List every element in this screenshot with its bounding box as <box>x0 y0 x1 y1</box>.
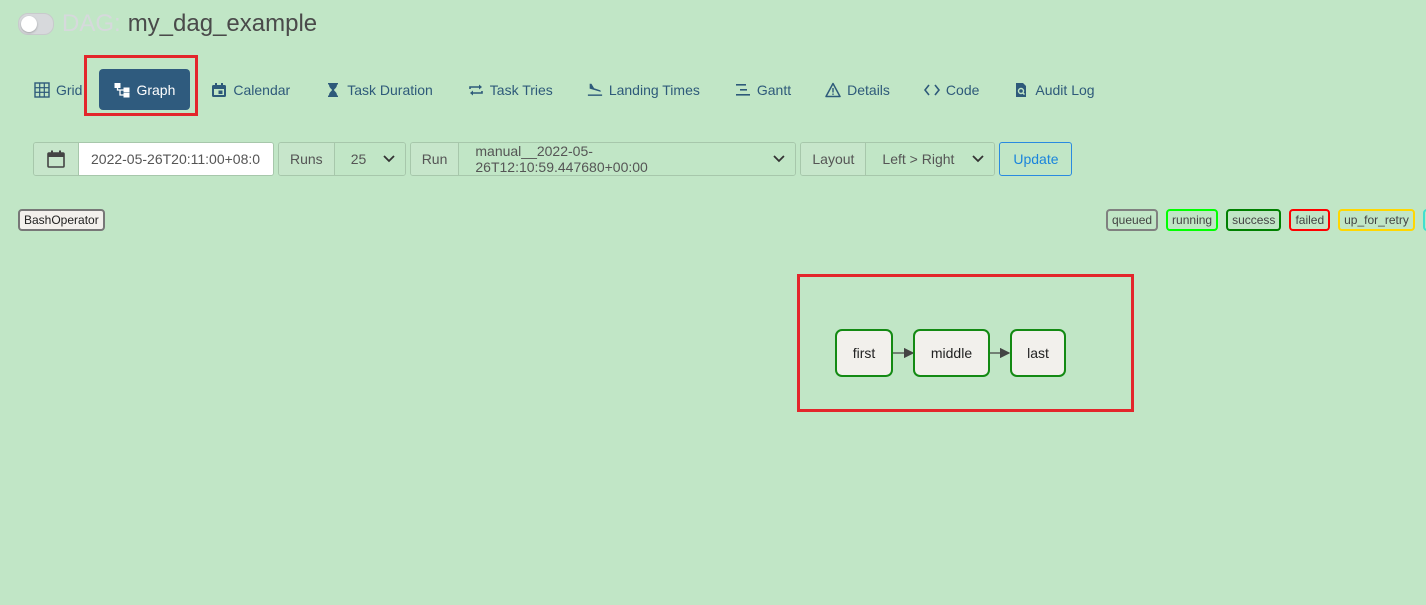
warning-triangle-icon <box>825 82 841 97</box>
plane-landing-icon <box>587 83 602 96</box>
layout-group: Layout Left > Right <box>800 142 996 176</box>
state-up-for-retry[interactable]: up_for_retry <box>1338 209 1415 231</box>
file-search-icon <box>1016 82 1027 97</box>
runs-select[interactable]: 25 <box>334 143 405 175</box>
tab-task-tries[interactable]: Task Tries <box>468 69 553 110</box>
tab-label: Details <box>847 81 890 98</box>
layout-value: Left > Right <box>882 151 955 167</box>
layout-label: Layout <box>801 143 867 175</box>
graph-controls: 2022-05-26T20:11:00+08:0 Runs 25 Run man… <box>33 142 1073 176</box>
tab-grid[interactable]: Grid <box>34 69 82 110</box>
code-icon <box>923 84 940 95</box>
hourglass-icon <box>328 82 339 97</box>
dag-header: DAG: my_dag_example <box>18 10 317 38</box>
graph-tab-highlight <box>84 55 198 116</box>
runs-group: Runs 25 <box>278 142 406 176</box>
state-success[interactable]: success <box>1226 209 1282 231</box>
tab-landing-times[interactable]: Landing Times <box>587 69 700 110</box>
tab-calendar[interactable]: Calendar <box>211 69 290 110</box>
gantt-icon <box>735 83 750 96</box>
update-button[interactable]: Update <box>999 142 1073 176</box>
tab-label: Gantt <box>756 81 792 98</box>
tab-label: Audit Log <box>1035 81 1095 98</box>
run-value: manual__2022-05-26T12:10:59.447680+00:00 <box>475 143 648 175</box>
runs-value: 25 <box>350 151 367 167</box>
base-date-group: 2022-05-26T20:11:00+08:0 <box>33 142 274 176</box>
tab-gantt[interactable]: Gantt <box>735 69 791 110</box>
dag-prefix: DAG: <box>62 10 121 37</box>
tab-task-duration[interactable]: Task Duration <box>325 69 433 110</box>
dag-title: my_dag_example <box>127 10 318 37</box>
tab-label: Task Tries <box>489 81 553 98</box>
chevron-down-icon <box>972 155 985 163</box>
calendar-icon <box>47 150 65 168</box>
state-queued[interactable]: queued <box>1106 209 1159 231</box>
airflow-graph-page: DAG: my_dag_example Grid Graph Calendar … <box>0 0 1426 605</box>
grid-icon <box>34 81 50 98</box>
runs-label: Runs <box>279 143 335 175</box>
dag-pause-toggle[interactable] <box>18 13 54 35</box>
run-select[interactable]: manual__2022-05-26T12:10:59.447680+00:00 <box>459 143 796 175</box>
tab-audit-log[interactable]: Audit Log <box>1013 69 1095 110</box>
run-label: Run <box>410 143 460 175</box>
chevron-down-icon <box>773 155 786 163</box>
tab-label: Landing Times <box>608 81 700 98</box>
tab-label: Calendar <box>233 81 291 98</box>
repeat-icon <box>468 84 483 95</box>
date-picker-button[interactable] <box>34 143 79 175</box>
toggle-knob <box>21 16 37 32</box>
run-group: Run manual__2022-05-26T12:10:59.447680+0… <box>409 142 797 176</box>
base-date-input[interactable]: 2022-05-26T20:11:00+08:0 <box>79 143 273 175</box>
chevron-down-icon <box>383 155 395 163</box>
state-failed[interactable]: failed <box>1289 209 1331 231</box>
layout-select[interactable]: Left > Right <box>866 143 995 175</box>
tab-label: Grid <box>56 81 83 98</box>
state-legend: queued running success failed up_for_ret… <box>1106 209 1426 231</box>
operator-legend-bashoperator[interactable]: BashOperator <box>18 209 105 231</box>
calendar-icon <box>212 82 227 97</box>
graph-highlight <box>797 274 1134 412</box>
tab-code[interactable]: Code <box>923 69 980 110</box>
tab-label: Code <box>945 81 980 98</box>
tab-label: Task Duration <box>347 81 433 98</box>
tab-details[interactable]: Details <box>825 69 890 110</box>
state-running[interactable]: running <box>1166 209 1219 231</box>
